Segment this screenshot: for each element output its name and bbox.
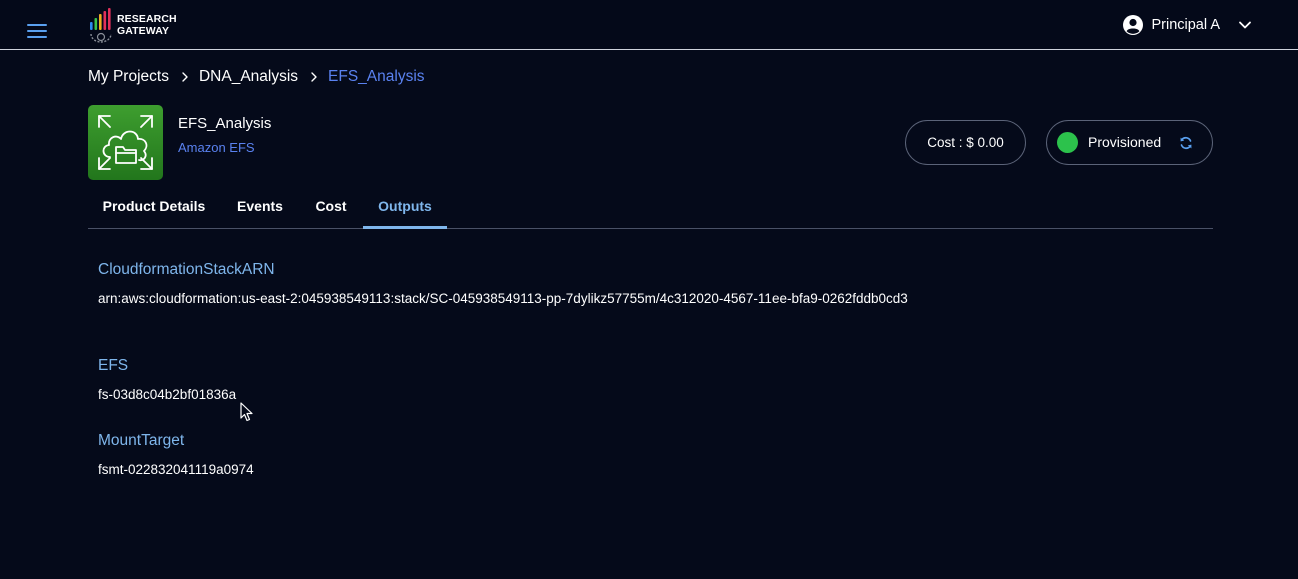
output-key-efs: EFS bbox=[98, 357, 129, 374]
logo-line-1: RESEARCH bbox=[117, 13, 177, 25]
cost-badge: Cost : $ 0.00 bbox=[905, 120, 1026, 165]
user-menu[interactable]: Principal A bbox=[1123, 12, 1252, 38]
top-bar: RESEARCH GATEWAY Principal A bbox=[0, 0, 1298, 50]
tab-bar: Product Details Events Cost Outputs bbox=[88, 187, 1213, 229]
tab-outputs[interactable]: Outputs bbox=[363, 187, 447, 229]
tab-cost[interactable]: Cost bbox=[301, 187, 361, 229]
output-value-efs: fs-03d8c04b2bf01836a bbox=[98, 387, 237, 402]
output-value-mount-target: fsmt-022832041119a0974 bbox=[98, 462, 254, 477]
logo-text: RESEARCH GATEWAY bbox=[117, 13, 177, 37]
user-name: Principal A bbox=[1151, 17, 1220, 33]
output-key-mount-target: MountTarget bbox=[98, 432, 185, 449]
breadcrumb-dna-analysis[interactable]: DNA_Analysis bbox=[199, 68, 298, 86]
chevron-right-icon bbox=[311, 72, 317, 82]
chevron-right-icon bbox=[182, 72, 188, 82]
status-text: Provisioned bbox=[1088, 134, 1162, 150]
product-type: Amazon EFS bbox=[178, 140, 255, 155]
hamburger-menu-icon[interactable] bbox=[27, 24, 47, 40]
efs-cloud-folder-icon bbox=[88, 105, 163, 180]
mouse-cursor-icon bbox=[240, 402, 253, 422]
breadcrumb-efs-analysis: EFS_Analysis bbox=[328, 68, 425, 85]
chevron-down-icon[interactable] bbox=[1238, 18, 1252, 32]
cost-text: Cost : $ 0.00 bbox=[927, 135, 1004, 150]
tab-product-details[interactable]: Product Details bbox=[88, 187, 220, 229]
refresh-icon[interactable] bbox=[1178, 135, 1194, 151]
output-key-cloudformation-stack-arn: CloudformationStackARN bbox=[98, 261, 275, 278]
tab-events[interactable]: Events bbox=[227, 187, 293, 229]
product-name: EFS_Analysis bbox=[178, 115, 272, 132]
output-value-cloudformation-stack-arn: arn:aws:cloudformation:us-east-2:0459385… bbox=[98, 291, 908, 306]
logo-line-2: GATEWAY bbox=[117, 25, 170, 37]
breadcrumb-my-projects[interactable]: My Projects bbox=[88, 68, 169, 86]
breadcrumb: My Projects DNA_Analysis EFS_Analysis bbox=[88, 68, 425, 86]
status-badge: Provisioned bbox=[1046, 120, 1213, 165]
status-indicator-dot bbox=[1057, 132, 1078, 153]
user-avatar-icon bbox=[1123, 15, 1144, 35]
